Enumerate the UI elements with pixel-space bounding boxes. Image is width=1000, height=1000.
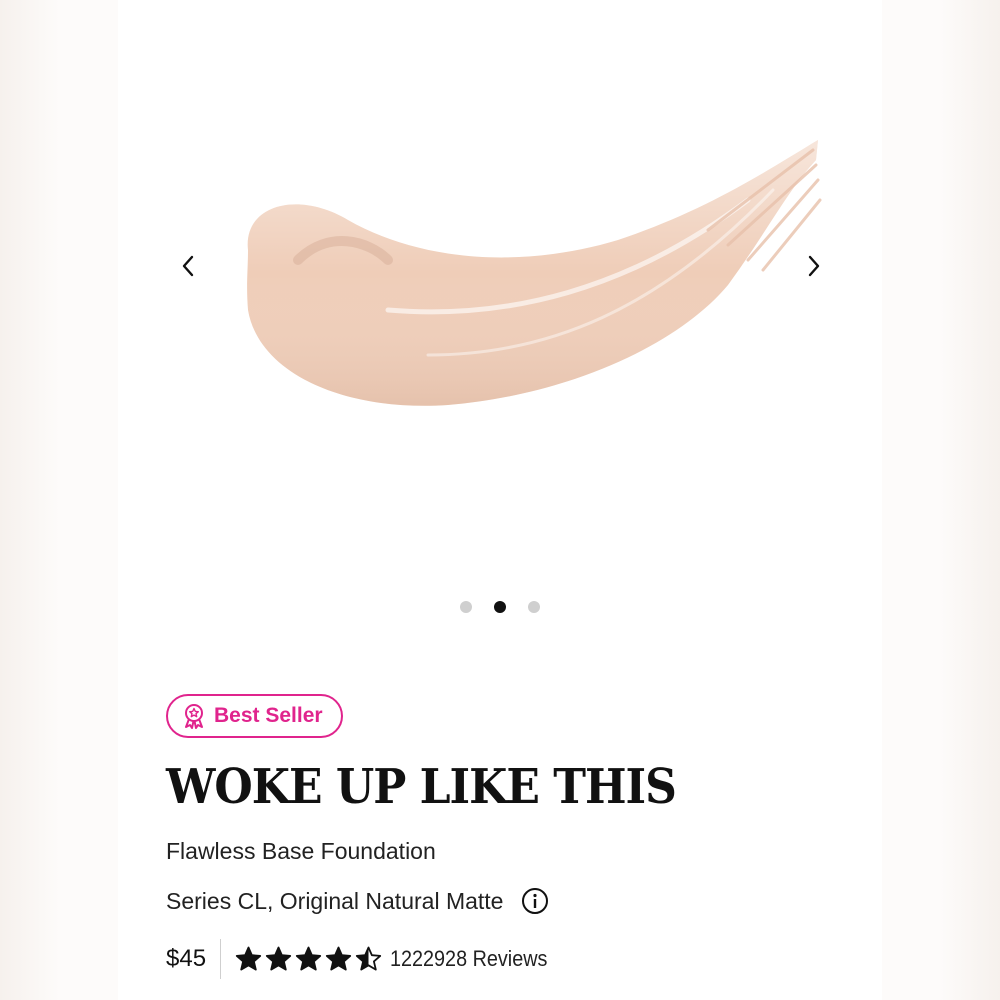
divider [220,939,222,979]
image-carousel[interactable] [118,0,882,640]
product-name: Flawless Base Foundation [166,838,436,864]
award-ribbon-icon [185,704,203,729]
star-full-icon [295,946,322,970]
product-panel: Best Seller WOKE UP LIKE THIS Flawless B… [118,0,882,1000]
star-full-icon [235,946,262,970]
carousel-prev-button[interactable] [172,250,204,282]
star-half-icon [355,946,382,970]
info-icon[interactable] [521,887,549,915]
chevron-right-icon [808,255,820,277]
star-full-icon [265,946,292,970]
best-seller-badge: Best Seller [166,694,343,738]
shade-label: Series CL, Original Natural Matte [166,887,504,914]
carousel-dot-2-active[interactable] [494,601,506,613]
reviews-link[interactable]: 1222928 Reviews [390,946,547,972]
star-rating[interactable] [235,946,382,973]
brand-title: WOKE UP LIKE THIS [166,759,677,815]
star-full-icon [325,946,352,970]
shade-row: Series CL, Original Natural Matte [166,887,856,915]
foundation-swatch-image [247,140,822,406]
price-rating-row: $45 1222928 Reviews [166,939,856,979]
carousel-next-button[interactable] [798,250,830,282]
carousel-dot-3[interactable] [528,601,540,613]
carousel-dot-1[interactable] [460,601,472,613]
carousel-pagination [118,601,882,613]
chevron-left-icon [182,255,194,277]
price: $45 [166,945,207,972]
badge-label: Best Seller [214,704,323,727]
product-info: Best Seller WOKE UP LIKE THIS Flawless B… [166,694,856,979]
